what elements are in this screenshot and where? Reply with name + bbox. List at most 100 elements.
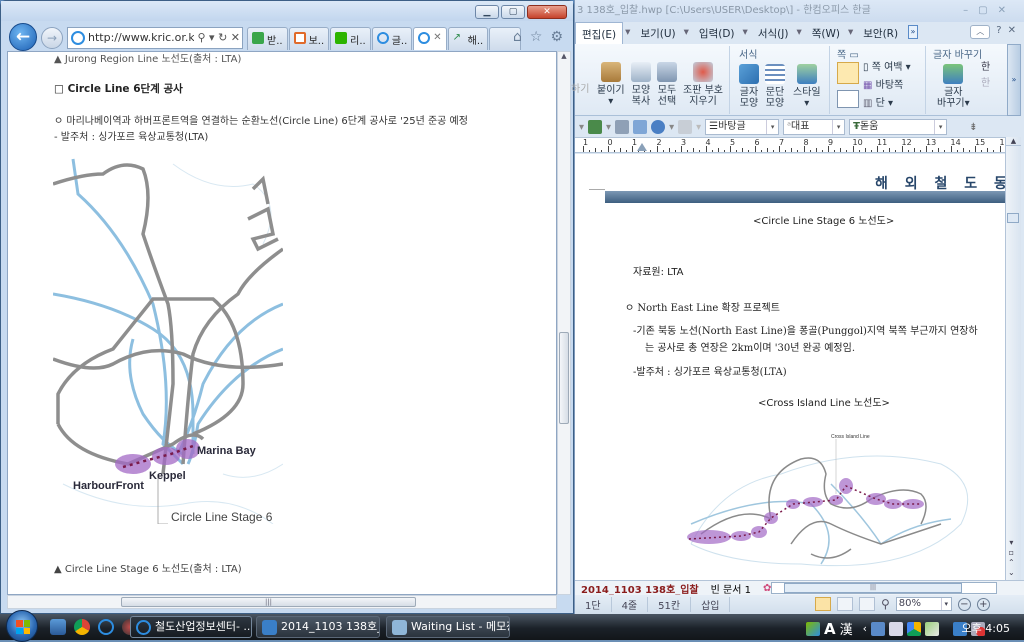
maximize-button[interactable]: ▢: [501, 5, 525, 19]
tray-hangul-icon[interactable]: [889, 621, 904, 636]
ribbon-scroll-button[interactable]: »: [1007, 44, 1021, 116]
forward-button[interactable]: →: [41, 27, 63, 49]
vertical-scrollbar[interactable]: ▲: [557, 51, 571, 595]
tray-tool-icon[interactable]: [925, 621, 940, 636]
select-all-button[interactable]: 모두 선택: [657, 62, 677, 107]
replace-char-button[interactable]: 글자 바꾸기▾: [937, 64, 970, 109]
menu-view[interactable]: 보기(U): [634, 22, 681, 44]
taskbar-item-hwp[interactable]: 2014_1103 138호_...: [256, 616, 380, 638]
home-icon[interactable]: ⌂: [513, 29, 522, 45]
hwp-horizontal-scroll-thumb[interactable]: |||: [784, 583, 962, 593]
chevron-down-icon[interactable]: ▾: [794, 22, 805, 44]
horizontal-scrollbar[interactable]: |||: [7, 595, 557, 609]
start-button[interactable]: [6, 610, 38, 642]
preview-icon[interactable]: [633, 120, 648, 134]
undo-icon[interactable]: [651, 120, 666, 134]
chevron-down-icon[interactable]: ▾: [741, 22, 752, 44]
style-combo[interactable]: ☰바탕글 ▾: [705, 119, 780, 135]
font-combo[interactable]: Ŧ돋움 ▾: [849, 119, 948, 135]
doc-tab-blank[interactable]: 빈 문서 1: [705, 581, 757, 596]
minimize-button[interactable]: –: [963, 5, 978, 16]
stop-icon[interactable]: ✕: [231, 31, 240, 44]
format-copy-button[interactable]: 모양 복사: [631, 62, 651, 107]
gear-icon[interactable]: ⚙: [550, 29, 563, 45]
redo-icon[interactable]: [678, 120, 693, 134]
refresh-icon[interactable]: ↻: [218, 31, 227, 44]
menu-more-button[interactable]: »: [908, 25, 918, 39]
chevron-down-icon[interactable]: ▾: [846, 22, 857, 44]
status-mode[interactable]: 삽입: [691, 597, 731, 612]
tab-5[interactable]: ↗ 해..: [447, 27, 489, 50]
page-nav-buttons[interactable]: ▾ ▫ ⌃ ⌄: [1008, 538, 1015, 578]
chrome-icon[interactable]: [74, 619, 90, 635]
view-page-button[interactable]: [815, 597, 831, 611]
chevron-down-icon[interactable]: ▾: [623, 22, 634, 44]
close-button[interactable]: ✕: [527, 5, 567, 19]
tab-close-icon[interactable]: ✕: [433, 32, 441, 50]
print-icon[interactable]: [615, 120, 630, 134]
page-landscape-button[interactable]: [837, 90, 859, 108]
magnifier-icon[interactable]: ⚲: [881, 597, 890, 611]
address-bar[interactable]: http://www.kric.or.kr/js ⚲ ▾ ↻ ✕: [67, 27, 243, 49]
google-drive-icon[interactable]: [907, 621, 922, 636]
zoom-level-field[interactable]: 80% ▾: [895, 597, 952, 611]
view-normal-button[interactable]: [837, 597, 853, 611]
doc-tab-active[interactable]: 2014_1103 138호_입찰: [575, 581, 705, 596]
minimize-button[interactable]: ▁: [475, 5, 499, 19]
dropdown-arrow-icon[interactable]: ▾: [669, 122, 674, 133]
tab-4-active[interactable]: ✕: [413, 27, 447, 50]
page-margin-button[interactable]: ▯ 쪽 여백 ▾: [863, 62, 911, 73]
scroll-up-arrow[interactable]: ▲: [558, 52, 570, 60]
columns-button[interactable]: ▥ 단 ▾: [863, 98, 893, 109]
hanja-mode-indicator[interactable]: 漢: [840, 619, 853, 638]
search-icon[interactable]: ⚲: [197, 31, 205, 44]
help-icon[interactable]: ?: [996, 25, 1001, 39]
menu-edit[interactable]: 편집(E): [575, 22, 624, 44]
menu-insert[interactable]: 입력(D): [693, 22, 741, 44]
para-shape-button[interactable]: 문단 모양: [765, 64, 785, 109]
menu-page[interactable]: 쪽(W): [806, 22, 846, 44]
tray-device-icon[interactable]: [871, 621, 886, 636]
paste-button[interactable]: 붙이기 ▾: [597, 62, 625, 107]
hwp-vertical-scrollbar[interactable]: ▲ ▾ ▫ ⌃ ⌄: [1005, 137, 1021, 580]
chevron-down-icon[interactable]: ▾: [682, 22, 693, 44]
save-icon[interactable]: [588, 120, 603, 134]
close-doc-icon[interactable]: ✕: [1008, 25, 1016, 39]
show-desktop-icon[interactable]: [50, 619, 66, 635]
horizontal-scroll-thumb[interactable]: |||: [121, 597, 416, 607]
tab-2[interactable]: 리..: [330, 27, 371, 50]
tab-3[interactable]: 글..: [371, 27, 413, 50]
taskbar-item-browser[interactable]: 철도산업정보센터- ...: [130, 616, 252, 638]
toolbar-overflow-icon[interactable]: ⇟: [969, 122, 977, 133]
dropdown-arrow-icon[interactable]: ▾: [579, 122, 584, 133]
hanja-button-1[interactable]: 한: [981, 62, 990, 73]
scroll-up-arrow[interactable]: ▲: [1006, 137, 1021, 146]
tab-1[interactable]: 보..: [288, 27, 330, 50]
dropdown-arrow-icon[interactable]: ▾: [606, 122, 611, 133]
show-hidden-icons-button[interactable]: ‹: [863, 622, 867, 635]
menu-format[interactable]: 서식(J): [752, 22, 795, 44]
style-button[interactable]: 스타일 ▾: [793, 64, 821, 109]
back-button[interactable]: ←: [9, 23, 37, 51]
maximize-button[interactable]: ▢: [978, 5, 997, 16]
ie-icon[interactable]: [98, 619, 114, 635]
page-orientation-button[interactable]: [837, 62, 859, 84]
vertical-scroll-thumb[interactable]: [559, 332, 569, 424]
favorites-star-icon[interactable]: ☆: [530, 29, 543, 45]
remove-marks-button[interactable]: 조판 부호 지우기: [683, 62, 723, 107]
indent-marker[interactable]: [637, 143, 647, 151]
taskbar-item-notepad[interactable]: Waiting List - 메모장: [386, 616, 510, 638]
background-page-button[interactable]: ▦ 바탕쪽: [863, 80, 903, 91]
char-shape-button[interactable]: 글자 모양: [739, 64, 759, 109]
ime-mode-indicator[interactable]: A: [824, 620, 836, 638]
ribbon-collapse-button[interactable]: ︿: [970, 25, 991, 39]
clock[interactable]: 오후 4:05: [962, 620, 1010, 636]
tab-0[interactable]: 받..: [247, 27, 288, 50]
zoom-out-icon[interactable]: −: [957, 597, 971, 611]
view-outline-button[interactable]: [859, 597, 875, 611]
hanja-button-2[interactable]: 한: [981, 78, 990, 89]
menu-security[interactable]: 보안(R): [857, 22, 904, 44]
zoom-in-icon[interactable]: +: [976, 597, 990, 611]
close-button[interactable]: ✕: [998, 5, 1016, 16]
tray-app-icon[interactable]: [806, 621, 820, 636]
